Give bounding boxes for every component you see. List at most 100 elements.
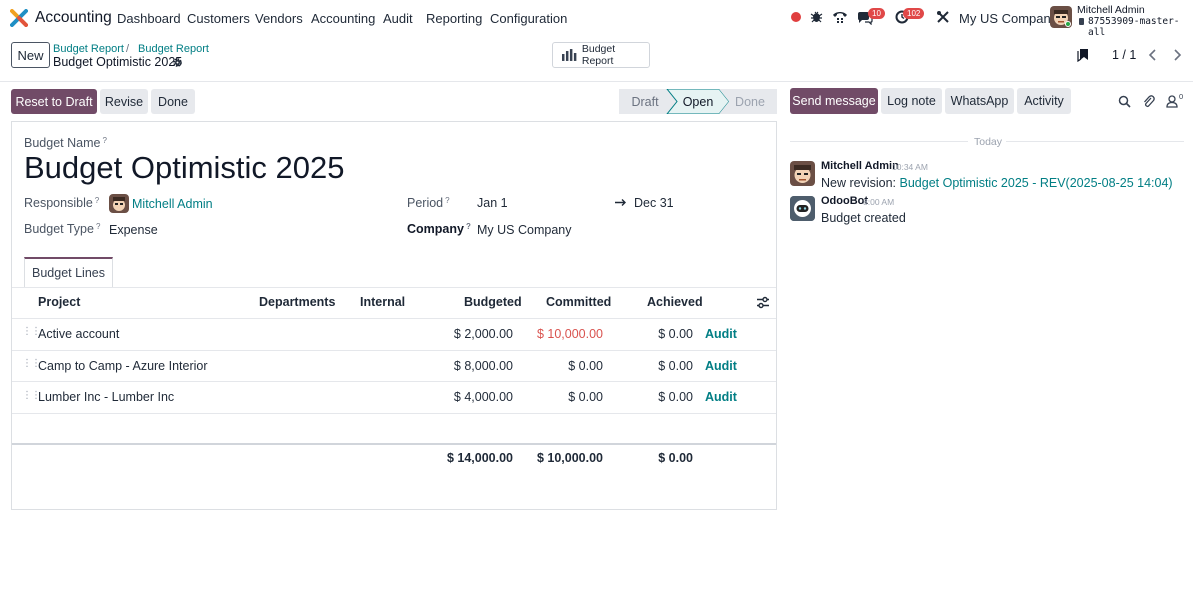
date-separator-line — [790, 141, 968, 142]
phone-icon[interactable] — [832, 10, 848, 24]
responsible-label: Responsible? — [24, 196, 100, 210]
bug-icon[interactable] — [810, 10, 823, 23]
menu-vendors[interactable]: Vendors — [255, 11, 303, 26]
company-switcher[interactable]: My US Company — [959, 11, 1057, 26]
row3-audit-button[interactable]: Audit — [705, 390, 737, 404]
breadcrumb-item[interactable]: Budget Report — [138, 43, 209, 55]
total-budgeted: $ 14,000.00 — [446, 451, 513, 465]
online-status-icon — [1065, 21, 1071, 27]
chevron-right-icon[interactable] — [1171, 48, 1183, 62]
messages-count-badge: 10 — [868, 8, 885, 19]
pager-value[interactable]: 1 / 1 — [1112, 48, 1136, 62]
header-divider — [12, 318, 776, 319]
row3-budgeted[interactable]: $ 4,000.00 — [454, 390, 513, 404]
followers-count: 0 — [1179, 92, 1184, 101]
menu-reporting[interactable]: Reporting — [426, 11, 482, 26]
col-project[interactable]: Project — [38, 295, 80, 309]
breadcrumb-separator: / — [126, 43, 130, 55]
row-divider — [12, 413, 776, 414]
arrow-right-icon — [615, 199, 626, 206]
row-divider — [12, 350, 776, 351]
record-indicator-icon[interactable] — [791, 12, 801, 22]
paperclip-icon[interactable] — [1142, 94, 1155, 108]
breadcrumb-item[interactable]: Budget Report — [53, 43, 124, 55]
status-open[interactable]: Open — [671, 89, 725, 114]
total-committed: $ 10,000.00 — [536, 451, 603, 465]
bar-chart-icon — [561, 49, 577, 61]
col-internal[interactable]: Internal — [360, 295, 405, 309]
tab-budget-lines[interactable]: Budget Lines — [24, 257, 113, 287]
col-committed[interactable]: Committed — [546, 295, 611, 309]
tab-divider — [12, 287, 776, 288]
budget-type-label: Budget Type? — [24, 222, 101, 236]
budget-type-field[interactable]: Expense — [109, 223, 158, 237]
menu-audit[interactable]: Audit — [383, 11, 413, 26]
row2-audit-button[interactable]: Audit — [705, 359, 737, 373]
tools-icon[interactable] — [936, 10, 950, 24]
bookmark-icon[interactable] — [1077, 48, 1089, 62]
company-field[interactable]: My US Company — [477, 223, 571, 237]
row3-project[interactable]: Lumber Inc - Lumber Inc — [38, 390, 174, 404]
message-body: New revision: Budget Optimistic 2025 - R… — [821, 176, 1173, 190]
control-panel-divider — [0, 81, 1193, 82]
done-button[interactable]: Done — [151, 89, 195, 114]
row3-committed[interactable]: $ 0.00 — [568, 390, 603, 404]
activity-button[interactable]: Activity — [1017, 88, 1071, 114]
followers-icon[interactable] — [1166, 95, 1178, 108]
odoobot-avatar[interactable] — [790, 196, 815, 221]
row1-project[interactable]: Active account — [38, 327, 119, 341]
database-name: 87553909-master-all — [1088, 16, 1180, 38]
responsible-field[interactable]: Mitchell Admin — [132, 197, 213, 211]
record-title: Budget Optimistic 2025 — [53, 55, 183, 69]
row1-committed[interactable]: $ 10,000.00 — [537, 327, 603, 341]
row2-committed[interactable]: $ 0.00 — [568, 359, 603, 373]
totals-divider — [12, 443, 776, 445]
message-author[interactable]: Mitchell Admin — [821, 160, 899, 172]
row-divider — [12, 381, 776, 382]
accounting-app-icon[interactable] — [10, 9, 28, 27]
menu-dashboard[interactable]: Dashboard — [117, 11, 181, 26]
menu-accounting[interactable]: Accounting — [311, 11, 375, 26]
budget-report-label: Budget Report — [581, 43, 616, 67]
chevron-left-icon[interactable] — [1147, 48, 1159, 62]
form-sheet: Budget Name? Budget Optimistic 2025 Resp… — [11, 121, 777, 510]
budget-report-button[interactable]: Budget Report — [552, 42, 650, 68]
log-note-button[interactable]: Log note — [881, 88, 942, 114]
row3-achieved[interactable]: $ 0.00 — [658, 390, 693, 404]
search-icon[interactable] — [1118, 95, 1131, 108]
revision-link[interactable]: Budget Optimistic 2025 - REV(2025-08-25 … — [900, 176, 1173, 190]
row1-audit-button[interactable]: Audit — [705, 327, 737, 341]
menu-configuration[interactable]: Configuration — [490, 11, 567, 26]
budget-name-field[interactable]: Budget Optimistic 2025 — [24, 150, 345, 186]
message-body: Budget created — [821, 211, 906, 225]
app-name[interactable]: Accounting — [35, 9, 112, 27]
row1-achieved[interactable]: $ 0.00 — [658, 327, 693, 341]
col-budgeted[interactable]: Budgeted — [464, 295, 522, 309]
menu-customers[interactable]: Customers — [187, 11, 250, 26]
period-end-field[interactable]: Dec 31 — [634, 196, 674, 210]
company-label: Company? — [407, 222, 471, 236]
gear-icon[interactable] — [172, 57, 183, 68]
date-separator: Today — [974, 136, 1003, 148]
row1-budgeted[interactable]: $ 2,000.00 — [454, 327, 513, 341]
message-author-avatar[interactable] — [790, 161, 815, 186]
column-settings-icon[interactable] — [756, 296, 770, 309]
message-author[interactable]: OdooBot — [821, 195, 868, 207]
database-icon — [1079, 18, 1084, 25]
date-separator-line — [1006, 141, 1184, 142]
status-done[interactable]: Done — [725, 89, 775, 114]
message-time: 8:00 AM — [863, 197, 895, 207]
send-message-button[interactable]: Send message — [790, 88, 878, 114]
row2-project[interactable]: Camp to Camp - Azure Interior — [38, 359, 208, 373]
row2-budgeted[interactable]: $ 8,000.00 — [454, 359, 513, 373]
new-button[interactable]: New — [11, 42, 50, 68]
user-name[interactable]: Mitchell Admin — [1077, 4, 1145, 16]
period-start-field[interactable]: Jan 1 — [477, 196, 508, 210]
col-departments[interactable]: Departments — [259, 295, 335, 309]
row2-achieved[interactable]: $ 0.00 — [658, 359, 693, 373]
reset-to-draft-button[interactable]: Reset to Draft — [11, 89, 97, 114]
whatsapp-button[interactable]: WhatsApp — [945, 88, 1014, 114]
col-achieved[interactable]: Achieved — [647, 295, 703, 309]
status-draft[interactable]: Draft — [619, 89, 671, 114]
revise-button[interactable]: Revise — [100, 89, 148, 114]
